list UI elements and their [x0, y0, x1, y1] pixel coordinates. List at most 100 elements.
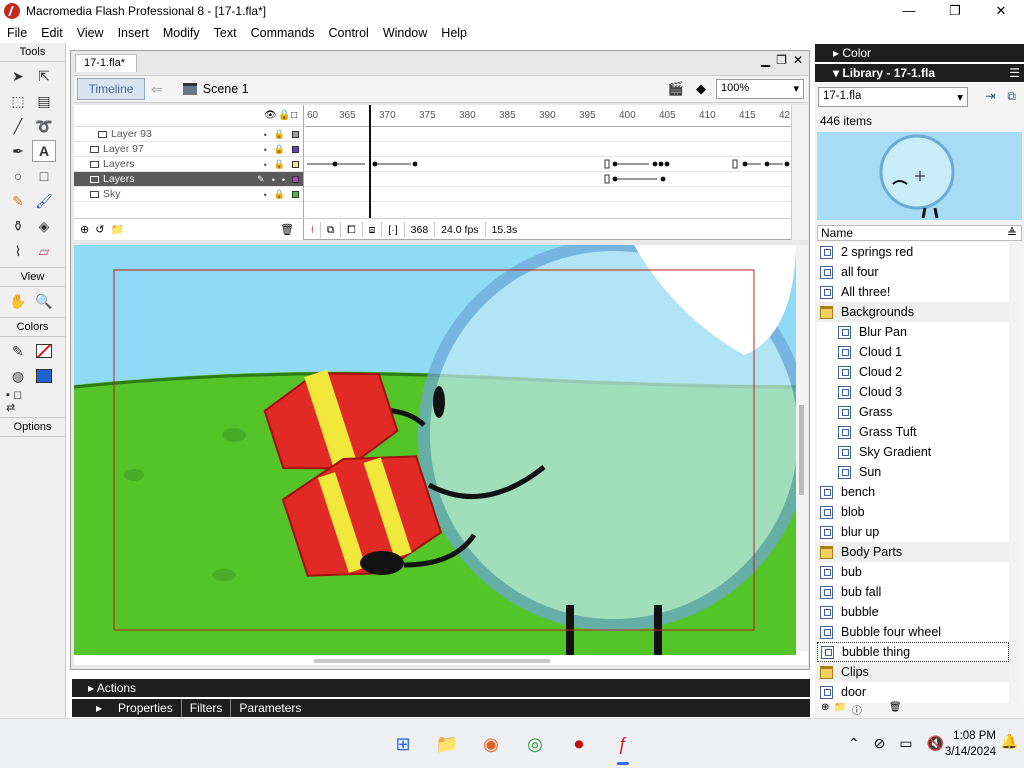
chrome-icon[interactable]: ◎ — [520, 729, 550, 759]
library-folder[interactable]: Clips — [817, 662, 1009, 682]
menu-help[interactable]: Help — [434, 26, 474, 40]
new-folder-icon[interactable]: 📁 — [834, 702, 846, 716]
pen-tool-icon[interactable]: ✒ — [6, 140, 30, 162]
onion-outline-icon[interactable]: ⧠ — [340, 221, 361, 238]
stroke-color-icon[interactable]: ✎ — [6, 340, 30, 362]
close-icon[interactable]: ✕ — [978, 0, 1024, 22]
layer-row[interactable]: Layers • 🔒 — [74, 157, 303, 172]
firefox-icon[interactable]: ◉ — [476, 729, 506, 759]
add-guide-icon[interactable]: ↺ — [95, 223, 104, 236]
menu-file[interactable]: File — [0, 26, 34, 40]
library-item[interactable]: bubble thing — [817, 642, 1009, 662]
edit-scene-icon[interactable]: 🎬 — [668, 81, 684, 97]
menu-edit[interactable]: Edit — [34, 26, 70, 40]
lasso-tool-icon[interactable]: ➰ — [32, 115, 56, 137]
library-document-select[interactable]: 17-1.fla — [818, 87, 968, 107]
color-options-icon[interactable]: ▪ ◻ ⇄ — [6, 389, 30, 414]
pencil-tool-icon[interactable]: ✎ — [6, 190, 30, 212]
volume-icon[interactable]: 🔇 — [927, 735, 944, 752]
frame-rate[interactable]: 24.0 fps — [434, 221, 484, 238]
modify-markers-icon[interactable]: [·] — [381, 221, 403, 238]
frame-row-tweens[interactable] — [305, 157, 791, 172]
chevron-up-icon[interactable]: ⌃ — [848, 735, 860, 752]
free-transform-icon[interactable]: ⬚ — [6, 90, 30, 112]
properties-icon[interactable]: ⓘ — [852, 702, 862, 717]
scene-breadcrumb[interactable]: Scene 1 — [182, 82, 249, 96]
fill-color-icon[interactable]: ◍ — [6, 365, 30, 387]
rectangle-tool-icon[interactable]: □ — [32, 165, 56, 187]
playhead[interactable] — [369, 105, 371, 218]
library-item[interactable]: Cloud 1 — [817, 342, 1009, 362]
tab-properties[interactable]: Properties — [110, 699, 182, 717]
library-item[interactable]: Bubble four wheel — [817, 622, 1009, 642]
document-tab[interactable]: 17-1.fla* — [75, 54, 137, 72]
library-item[interactable]: Sun — [817, 462, 1009, 482]
stage-vertical-scrollbar[interactable] — [796, 245, 808, 651]
library-item[interactable]: Grass — [817, 402, 1009, 422]
doc-restore-icon[interactable]: ❐ — [776, 53, 787, 67]
library-panel-bar[interactable]: ▾ Library - 17-1.fla ☰ — [815, 64, 1024, 82]
panel-menu-icon[interactable]: ☰ — [1009, 64, 1020, 82]
menu-commands[interactable]: Commands — [244, 26, 322, 40]
minimize-icon[interactable]: — — [886, 0, 932, 22]
menu-view[interactable]: View — [70, 26, 111, 40]
doc-close-icon[interactable]: ✕ — [793, 53, 803, 67]
pin-icon[interactable]: ⇥ — [985, 89, 995, 104]
layer-row[interactable]: Sky • 🔒 — [74, 187, 303, 202]
library-item[interactable]: Sky Gradient — [817, 442, 1009, 462]
notification-bell-icon[interactable]: 🔔 — [1001, 733, 1018, 750]
onion-skin-icon[interactable]: ⧉ — [319, 221, 341, 238]
frame-area[interactable]: 60 365 370 375 380 385 390 395 400 405 4… — [305, 105, 791, 240]
stage[interactable] — [74, 245, 808, 665]
library-item[interactable]: Cloud 3 — [817, 382, 1009, 402]
timeline-toggle-button[interactable]: Timeline — [77, 78, 145, 100]
stroke-swatch[interactable] — [32, 340, 56, 362]
library-item[interactable]: door — [817, 682, 1009, 702]
layer-row[interactable]: Layer 97 • 🔒 — [74, 142, 303, 157]
actions-panel-bar[interactable]: ▸ Actions — [72, 679, 810, 697]
frame-row[interactable] — [305, 142, 791, 157]
center-frame-icon[interactable]: ⍿ — [305, 222, 320, 238]
flash-taskbar-icon[interactable]: ƒ — [608, 729, 638, 765]
menu-modify[interactable]: Modify — [156, 26, 207, 40]
library-item[interactable]: bub — [817, 562, 1009, 582]
record-icon[interactable]: ⏺ — [564, 729, 594, 759]
library-folder[interactable]: Backgrounds — [817, 302, 1009, 322]
library-item[interactable]: 2 springs red — [817, 242, 1009, 262]
library-item[interactable]: bench — [817, 482, 1009, 502]
layer-row-selected[interactable]: Layers ✎ • • — [74, 172, 303, 187]
frame-rows[interactable] — [305, 127, 791, 202]
zoom-select[interactable]: 100% — [716, 79, 804, 99]
frame-row[interactable] — [305, 187, 791, 202]
library-scrollbar[interactable] — [1010, 242, 1022, 703]
file-explorer-icon[interactable]: 📁 — [432, 729, 462, 759]
outline-icon[interactable]: □ — [291, 110, 297, 121]
eyedropper-icon[interactable]: ⌇ — [6, 240, 30, 262]
clock[interactable]: 1:08 PM 3/14/2024 — [945, 728, 996, 760]
new-symbol-icon[interactable]: ⊕ — [821, 702, 829, 716]
text-tool-icon[interactable]: A — [32, 140, 56, 162]
library-item[interactable]: Blur Pan — [817, 322, 1009, 342]
library-item[interactable]: All three! — [817, 282, 1009, 302]
menu-window[interactable]: Window — [376, 26, 434, 40]
timeline-scrollbar[interactable] — [791, 105, 808, 240]
frame-ruler[interactable]: 60 365 370 375 380 385 390 395 400 405 4… — [305, 105, 791, 127]
hand-tool-icon[interactable]: ✋ — [6, 290, 30, 312]
fill-swatch[interactable] — [32, 365, 56, 387]
insert-folder-icon[interactable]: 📁 — [110, 223, 124, 236]
doc-minimize-icon[interactable]: ▁ — [761, 53, 770, 67]
library-item[interactable]: Cloud 2 — [817, 362, 1009, 382]
eraser-icon[interactable]: ▱ — [32, 240, 56, 262]
library-list[interactable]: 2 springs red all four All three! Backgroun… — [817, 242, 1009, 703]
subselection-tool-icon[interactable]: ⇱ — [32, 65, 56, 87]
selection-tool-icon[interactable]: ➤ — [6, 65, 30, 87]
library-item[interactable]: bub fall — [817, 582, 1009, 602]
library-folder[interactable]: Body Parts — [817, 542, 1009, 562]
menu-insert[interactable]: Insert — [111, 26, 156, 40]
start-icon[interactable]: ⊞ — [388, 729, 418, 759]
menu-text[interactable]: Text — [207, 26, 244, 40]
network-icon[interactable]: ⊘ — [874, 735, 886, 752]
new-library-icon[interactable]: ⧉ — [1007, 89, 1016, 104]
frame-row[interactable] — [305, 127, 791, 142]
library-item[interactable]: Grass Tuft — [817, 422, 1009, 442]
